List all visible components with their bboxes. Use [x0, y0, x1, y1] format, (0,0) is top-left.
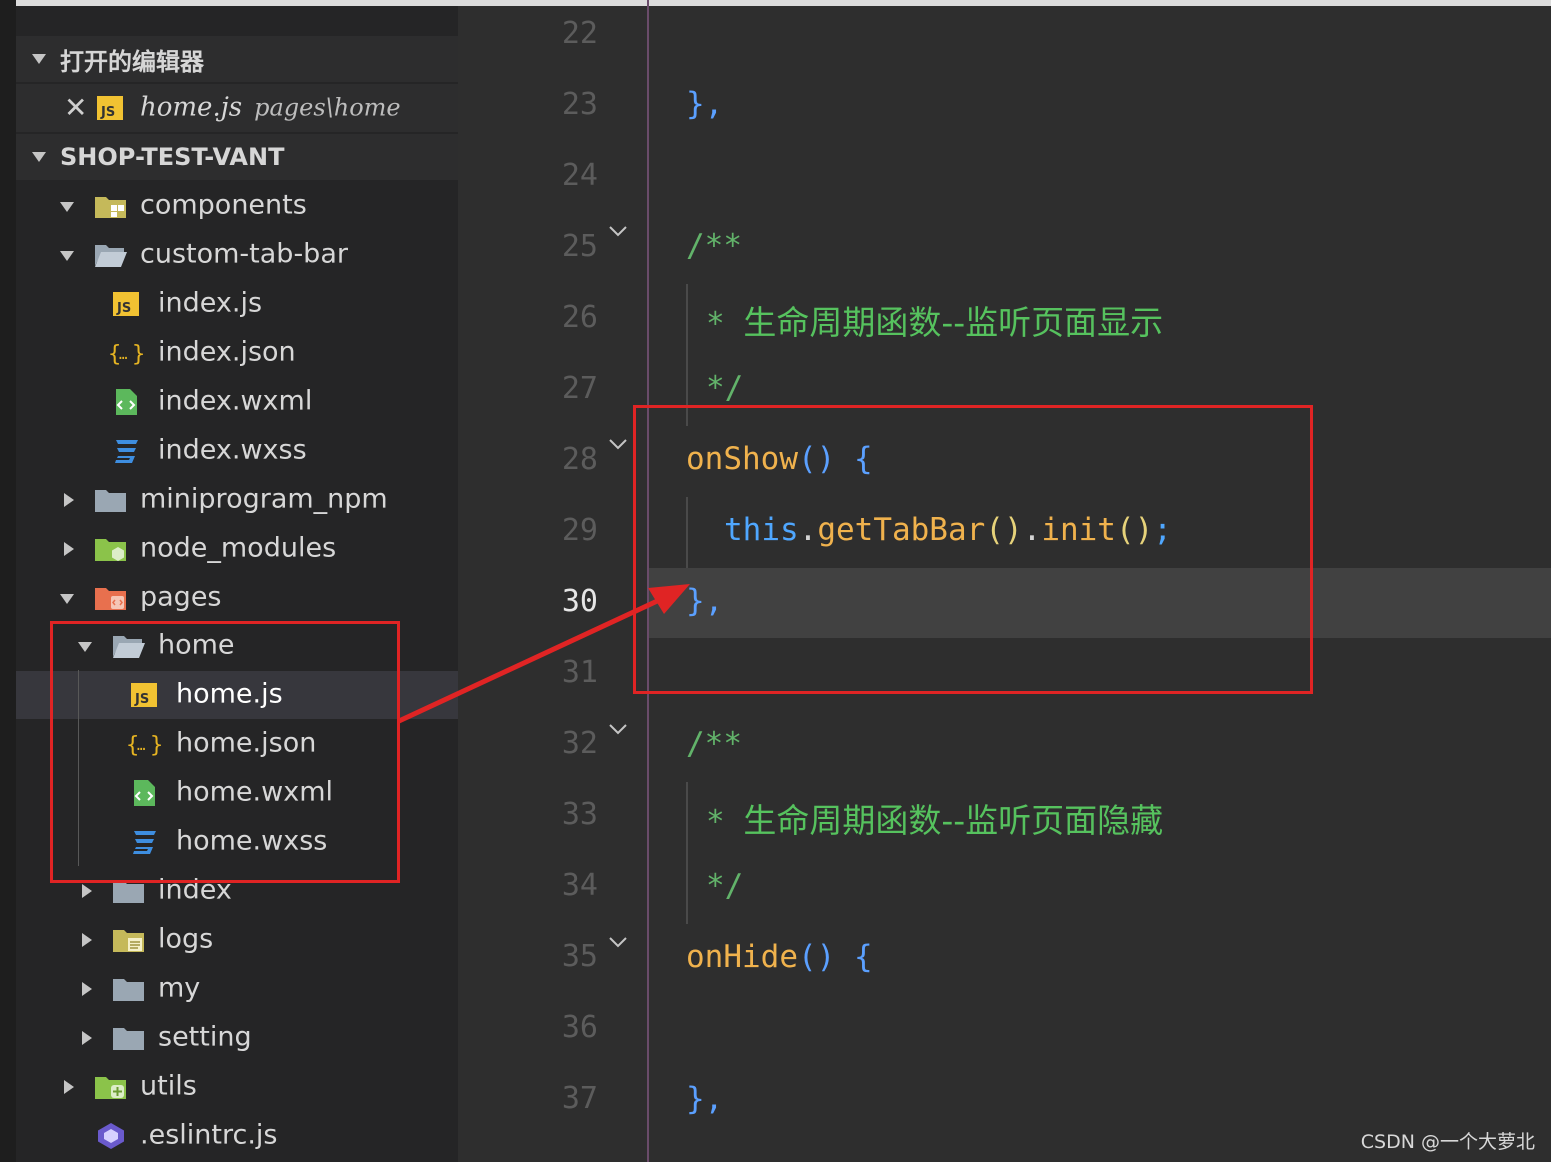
- line-number: 33: [561, 797, 598, 832]
- open-editors-header[interactable]: 打开的编辑器: [16, 36, 458, 82]
- tree-item-custom-tab-bar[interactable]: custom-tab-bar: [16, 231, 458, 279]
- node-folder-icon: [94, 535, 126, 563]
- line-number: 31: [561, 655, 598, 690]
- code-line-25: /**: [686, 228, 742, 264]
- chevron-down-icon: [32, 54, 46, 64]
- tree-item-index-wxml[interactable]: index.wxml: [16, 378, 458, 426]
- svg-text:JS: JS: [116, 301, 131, 316]
- tree-item-components[interactable]: components: [16, 182, 458, 230]
- fold-chevron-icon[interactable]: [608, 719, 628, 739]
- highlight-box-onshow: [633, 405, 1313, 694]
- sidebar-top-strip: [16, 0, 458, 6]
- chevron-right-icon: [64, 1080, 74, 1094]
- watermark: CSDN @一个大萝北: [1360, 1131, 1535, 1153]
- tree-item-index-js[interactable]: JS index.js: [16, 280, 458, 328]
- open-editor-item[interactable]: ✕ JS home.js pages\home: [16, 84, 458, 132]
- json-file-icon: {…}: [108, 339, 145, 367]
- fold-chevron-icon[interactable]: [608, 221, 628, 241]
- chevron-down-icon: [60, 251, 74, 261]
- tree-item-node-modules[interactable]: node_modules: [16, 525, 458, 573]
- eslint-file-icon: [94, 1122, 124, 1150]
- explorer-sidebar: 打开的编辑器 ✕ JS home.js pages\home SHOP-TEST-…: [0, 0, 458, 1162]
- components-folder-icon: [94, 192, 126, 220]
- line-number: 23: [561, 87, 598, 122]
- svg-text:…: …: [119, 347, 127, 363]
- svg-text:JS: JS: [100, 105, 115, 120]
- line-number: 24: [561, 158, 598, 193]
- chevron-down-icon: [32, 152, 46, 162]
- line-number: 35: [561, 939, 598, 974]
- activity-gap: [0, 0, 16, 1162]
- editor-top-strip: [458, 0, 1551, 6]
- folder-open-icon: [94, 241, 127, 269]
- line-number: 27: [561, 371, 598, 406]
- code-line-37: },: [686, 1081, 724, 1117]
- code-line-32: /**: [686, 726, 742, 762]
- tree-item-index-json[interactable]: {…} index.json: [16, 329, 458, 377]
- highlight-box-home-folder: [50, 621, 400, 883]
- line-number: 32: [561, 726, 598, 761]
- svg-text:}: }: [132, 342, 145, 367]
- code-indent-guide: [686, 782, 688, 924]
- js-file-icon: JS: [112, 290, 142, 318]
- tree-item-utils[interactable]: utils: [16, 1063, 458, 1111]
- folder-icon: [94, 486, 126, 514]
- folder-icon: [112, 1024, 144, 1052]
- line-number: 22: [561, 16, 598, 51]
- chevron-right-icon: [82, 1031, 92, 1045]
- chevron-down-icon: [60, 594, 74, 604]
- pages-folder-icon: [94, 584, 126, 612]
- tree-item-miniprogram-npm[interactable]: miniprogram_npm: [16, 476, 458, 524]
- chevron-right-icon: [82, 982, 92, 996]
- chevron-right-icon: [82, 933, 92, 947]
- code-line-35: onHide() {: [686, 939, 873, 975]
- tree-item-eslintrc[interactable]: .eslintrc.js: [16, 1112, 458, 1160]
- fold-chevron-icon[interactable]: [608, 932, 628, 952]
- code-editor[interactable]: 22 23 24 25 26 27 28 29 30 31 32 33 34 3…: [458, 0, 1551, 1162]
- chevron-right-icon: [64, 542, 74, 556]
- close-icon[interactable]: ✕: [64, 94, 87, 122]
- line-number: 25: [561, 229, 598, 264]
- line-number: 26: [561, 300, 598, 335]
- css-file-icon: [112, 437, 142, 465]
- code-line-33: * 生命周期函数--监听页面隐藏: [706, 801, 1164, 840]
- code-line-27: */: [706, 370, 744, 406]
- chevron-right-icon: [64, 493, 74, 507]
- utils-folder-icon: [94, 1073, 126, 1101]
- line-number: 36: [561, 1010, 598, 1045]
- tree-item-pages[interactable]: pages: [16, 574, 458, 622]
- logs-folder-icon: [112, 926, 144, 954]
- line-number: 37: [561, 1081, 598, 1116]
- js-file-icon: JS: [96, 94, 126, 122]
- chevron-right-icon: [82, 884, 92, 898]
- tree-item-setting[interactable]: setting: [16, 1014, 458, 1062]
- tree-item-my[interactable]: my: [16, 965, 458, 1013]
- code-line-26: * 生命周期函数--监听页面显示: [706, 303, 1164, 342]
- wxml-file-icon: [112, 388, 142, 416]
- tree-item-logs[interactable]: logs: [16, 916, 458, 964]
- line-number: 29: [561, 513, 598, 548]
- project-header[interactable]: SHOP-TEST-VANT: [16, 134, 458, 180]
- open-editor-filename: home.js: [140, 92, 243, 123]
- code-line-23: },: [686, 86, 724, 122]
- line-number-current: 30: [561, 584, 598, 619]
- chevron-down-icon: [60, 202, 74, 212]
- fold-chevron-icon[interactable]: [608, 434, 628, 454]
- open-editor-path: pages\home: [254, 93, 401, 122]
- tree-item-index-wxss[interactable]: index.wxss: [16, 427, 458, 475]
- line-number: 28: [561, 442, 598, 477]
- code-line-34: */: [706, 868, 744, 904]
- folder-icon: [112, 975, 144, 1003]
- line-number: 34: [561, 868, 598, 903]
